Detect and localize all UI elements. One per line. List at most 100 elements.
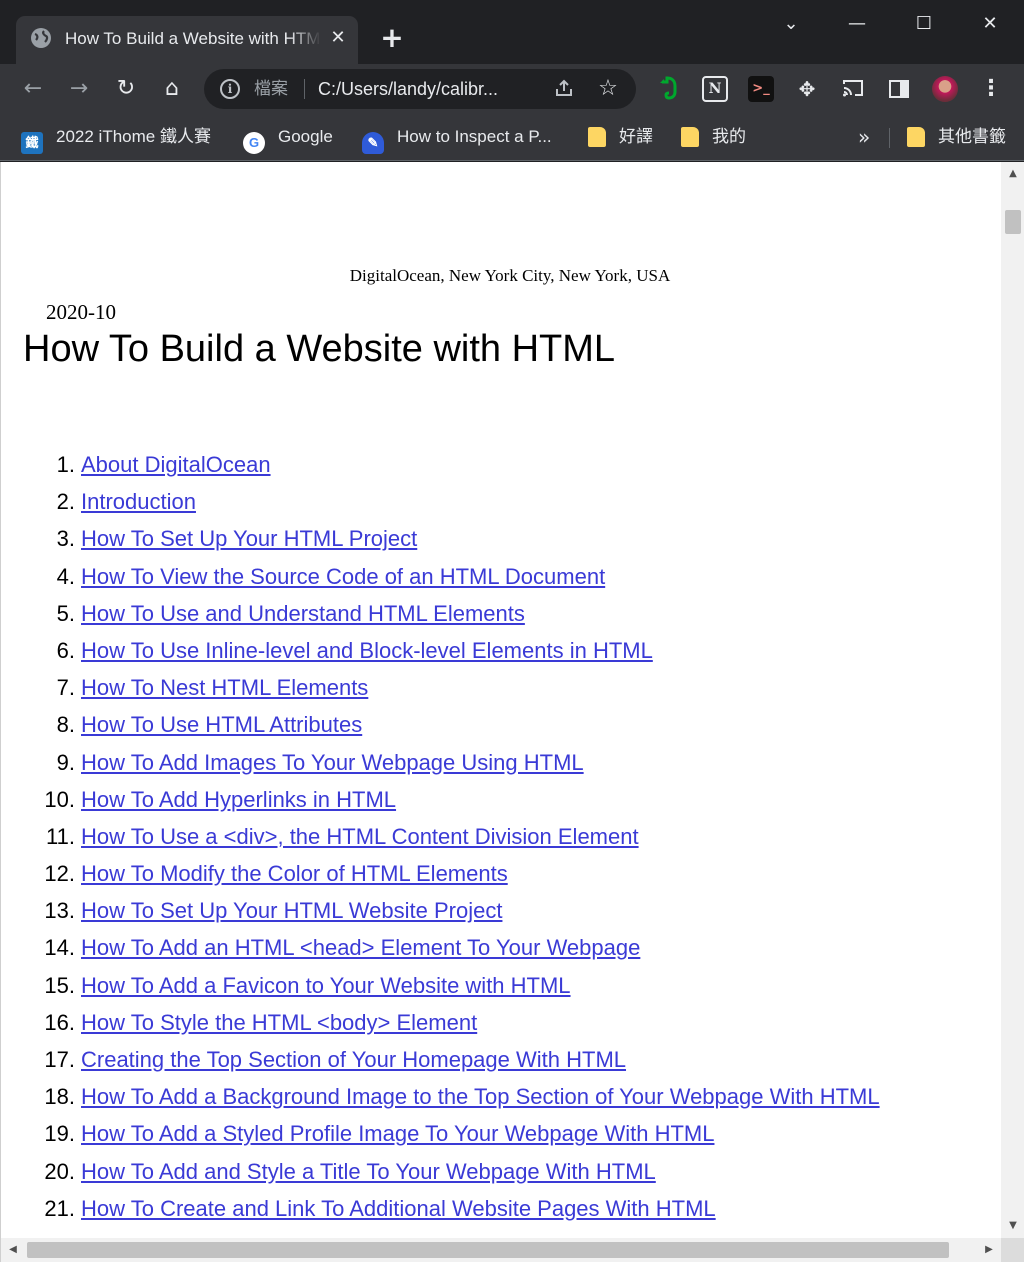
toc-link[interactable]: How To View the Source Code of an HTML D…	[81, 558, 605, 595]
bookmarks-overflow-icon[interactable]: »	[858, 123, 870, 151]
toc-link[interactable]: How To Add an HTML <head> Element To You…	[81, 929, 640, 966]
vertical-scroll-thumb[interactable]	[1005, 210, 1021, 234]
forward-button[interactable]: →	[64, 74, 94, 104]
tab-search-dropdown-icon[interactable]: ⌄	[774, 10, 808, 38]
toc-item-number: 15.	[44, 972, 75, 998]
toc-link[interactable]: How To Set Up Your HTML Project	[81, 520, 417, 557]
toc-link[interactable]: How To Add Images To Your Webpage Using …	[81, 744, 584, 781]
toc-link[interactable]: Introduction	[81, 483, 196, 520]
toc-item: 12. How To Modify the Color of HTML Eleme…	[1, 855, 1001, 892]
bookmark-inspect[interactable]: ✎ How to Inspect a P...	[362, 123, 552, 154]
toc-link[interactable]: How To Use a <div>, the HTML Content Div…	[81, 818, 639, 855]
side-panel-icon[interactable]	[886, 76, 912, 102]
extensions-puzzle-icon[interactable]: ✥	[794, 76, 820, 102]
toc-item: 5. How To Use and Understand HTML Element…	[1, 595, 1001, 632]
toc-item-number: 5.	[56, 600, 75, 626]
toc-link[interactable]: How To Modify the Color of HTML Elements	[81, 855, 508, 892]
toc-link[interactable]: How To Set Up Your HTML Website Project	[81, 892, 502, 929]
terminal-icon[interactable]: >_	[748, 76, 774, 102]
toc-link[interactable]: How To Nest HTML Elements	[81, 669, 368, 706]
address-bar[interactable]: i 檔案 C:/Users/landy/calibr... ☆	[204, 69, 636, 109]
url-text[interactable]: C:/Users/landy/calibr...	[318, 77, 542, 101]
cast-icon[interactable]	[840, 76, 866, 102]
info-icon[interactable]: i	[220, 79, 240, 99]
toc-link[interactable]: How To Use HTML Attributes	[81, 706, 362, 743]
scroll-left-icon[interactable]: ◀	[1, 1238, 25, 1262]
new-tab-button[interactable]: +	[378, 24, 406, 52]
toc-link[interactable]: How To Add a Styled Profile Image To You…	[81, 1115, 714, 1152]
horizontal-scroll-thumb[interactable]	[27, 1242, 949, 1258]
page-title: How To Build a Website with HTML	[23, 328, 616, 370]
bookmark-other-folder[interactable]: 其他書籤	[907, 123, 1006, 151]
bookmarks-bar: 鐵 2022 iThome 鐵人賽 G Google ✎ How to Inspect…	[0, 114, 1024, 161]
share-icon[interactable]	[552, 77, 576, 101]
bookmark-folder-haoyi[interactable]: 好譯	[588, 123, 653, 151]
toc-item: 15. How To Add a Favicon to Your Website …	[1, 967, 1001, 1004]
close-window-button[interactable]: ✕	[973, 10, 1007, 38]
kebab-menu-icon[interactable]: ⋮	[978, 76, 1004, 102]
toc-item-number: 6.	[56, 637, 75, 663]
browser-tab[interactable]: How To Build a Website with HTML ✕	[16, 16, 358, 64]
globe-icon	[31, 28, 51, 48]
toc-link[interactable]: How To Use Inline-level and Block-level …	[81, 632, 653, 669]
toc-item-number: 8.	[56, 712, 75, 738]
folder-icon	[907, 127, 925, 147]
bookmark-label: How to Inspect a P...	[397, 127, 552, 146]
toc-link[interactable]: How To Style the HTML <body> Element	[81, 1004, 477, 1041]
scrollbar-corner	[1001, 1238, 1024, 1262]
toc-item-number: 13.	[44, 898, 75, 924]
inspect-icon: ✎	[362, 132, 384, 154]
table-of-contents: 1. About DigitalOcean 2. Introduction 3. How …	[1, 446, 1001, 1227]
home-button[interactable]: ⌂	[157, 74, 187, 104]
horizontal-scrollbar[interactable]: ◀ ▶	[1, 1238, 1001, 1262]
toc-item-number: 17.	[44, 1047, 75, 1072]
maximize-button[interactable]: ☐	[907, 10, 941, 38]
toc-item: 3. How To Set Up Your HTML Project	[1, 520, 1001, 557]
toc-link[interactable]: How To Add a Favicon to Your Website wit…	[81, 967, 571, 1004]
toc-item-number: 10.	[44, 786, 75, 812]
publisher-line: DigitalOcean, New York City, New York, U…	[349, 266, 671, 285]
google-icon: G	[243, 132, 265, 154]
toc-item-number: 11.	[46, 823, 75, 849]
notion-icon[interactable]: N	[702, 76, 728, 102]
bookmark-google[interactable]: G Google	[243, 123, 333, 154]
toc-link[interactable]: How To Use and Understand HTML Elements	[81, 595, 525, 632]
scheme-label: 檔案	[254, 79, 288, 99]
toc-item: 14. How To Add an HTML <head> Element To …	[1, 929, 1001, 966]
bookmark-star-icon[interactable]: ☆	[596, 77, 620, 101]
toc-item: 21. How To Create and Link To Additional …	[1, 1190, 1001, 1227]
tab-title: How To Build a Website with HTML	[65, 29, 321, 48]
toc-link[interactable]: How To Add Hyperlinks in HTML	[81, 781, 396, 818]
toc-link[interactable]: How To Add a Background Image to the Top…	[81, 1078, 880, 1115]
toc-item-number: 19.	[44, 1121, 75, 1147]
scroll-down-icon[interactable]: ▼	[1001, 1214, 1024, 1238]
toc-item-number: 18.	[44, 1084, 75, 1110]
toc-item: 8. How To Use HTML Attributes	[1, 706, 1001, 743]
tab-close-icon[interactable]: ✕	[326, 26, 350, 50]
toc-link[interactable]: How To Create and Link To Additional Web…	[81, 1190, 716, 1227]
reload-button[interactable]: ↻	[111, 74, 141, 104]
profile-avatar[interactable]	[932, 76, 958, 102]
vertical-scrollbar[interactable]: ▲ ▼	[1001, 162, 1024, 1238]
toc-item-number: 9.	[56, 749, 75, 775]
toc-item-number: 14.	[44, 935, 75, 961]
toc-item-number: 20.	[44, 1158, 75, 1184]
scroll-right-icon[interactable]: ▶	[977, 1238, 1001, 1262]
toc-item: 13. How To Set Up Your HTML Website Proje…	[1, 892, 1001, 929]
toc-item: 20. How To Add and Style a Title To Your …	[1, 1153, 1001, 1190]
evernote-icon[interactable]	[655, 76, 681, 102]
minimize-button[interactable]: —	[840, 10, 874, 38]
toc-item: 19. How To Add a Styled Profile Image To …	[1, 1115, 1001, 1152]
bookmark-label: 好譯	[619, 127, 653, 146]
bookmark-label: 其他書籤	[938, 127, 1006, 146]
bookmark-ithome[interactable]: 鐵 2022 iThome 鐵人賽	[21, 123, 211, 154]
scroll-up-icon[interactable]: ▲	[1001, 162, 1024, 186]
title-bar: How To Build a Website with HTML ✕ + ⌄ —…	[0, 0, 1024, 64]
toc-link[interactable]: How To Add and Style a Title To Your Web…	[81, 1153, 656, 1190]
toc-link[interactable]: About DigitalOcean	[81, 446, 271, 483]
toc-item: 4. How To View the Source Code of an HTML…	[1, 558, 1001, 595]
toc-link[interactable]: Creating the Top Section of Your Homepag…	[81, 1041, 626, 1078]
back-button[interactable]: ←	[18, 74, 48, 104]
browser-toolbar: ← → ↻ ⌂ i 檔案 C:/Users/landy/calibr... ☆ …	[0, 64, 1024, 114]
bookmark-folder-wode[interactable]: 我的	[681, 123, 746, 151]
